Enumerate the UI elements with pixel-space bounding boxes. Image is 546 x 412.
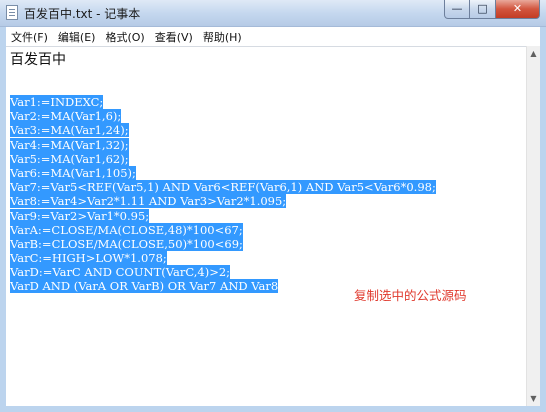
code-line-text: Var4:=MA(Var1,32); xyxy=(10,137,129,152)
code-line: Var5:=MA(Var1,62); xyxy=(10,151,436,166)
code-line: Var1:=INDEXC; xyxy=(10,95,436,109)
code-line: Var7:=Var5<REF(Var5,1) AND Var6<REF(Var6… xyxy=(10,180,436,195)
minimize-button[interactable]: — xyxy=(444,0,470,19)
code-line-text: Var2:=MA(Var1,6); xyxy=(10,109,122,124)
code-line: VarB:=CLOSE/MA(CLOSE,50)*100<69; xyxy=(10,236,436,251)
code-line-text: VarB:=CLOSE/MA(CLOSE,50)*100<69; xyxy=(10,236,243,251)
code-line-text: Var1:=INDEXC; xyxy=(10,95,104,109)
menu-bar: 文件(F) 编辑(E) 格式(O) 查看(V) 帮助(H) xyxy=(6,27,540,46)
title-bar[interactable]: 百发百中.txt - 记事本 — □ ✕ xyxy=(0,0,546,27)
code-line: Var8:=Var4>Var2*1.11 AND Var3>Var2*1.095… xyxy=(10,194,436,209)
code-line-text: Var8:=Var4>Var2*1.11 AND Var3>Var2*1.095… xyxy=(10,194,287,209)
text-editor[interactable]: 百发百中 Var1:=INDEXC; Var2:=MA(Var1,6); Var… xyxy=(6,46,526,406)
scroll-up-arrow-icon[interactable]: ▲ xyxy=(527,46,540,61)
code-line-text: Var5:=MA(Var1,62); xyxy=(10,151,129,166)
close-button[interactable]: ✕ xyxy=(496,0,540,19)
code-line: Var2:=MA(Var1,6); xyxy=(10,109,436,124)
code-line-text: VarD:=VarC AND COUNT(VarC,4)>2; xyxy=(10,265,231,280)
menu-file[interactable]: 文件(F) xyxy=(6,29,53,45)
caption-buttons: — □ ✕ xyxy=(444,0,540,20)
selected-formula-code[interactable]: Var1:=INDEXC; Var2:=MA(Var1,6); Var3:=MA… xyxy=(10,95,436,294)
notepad-icon[interactable] xyxy=(6,5,18,20)
vertical-scrollbar[interactable]: ▲ ▼ xyxy=(526,46,540,406)
window-title: 百发百中.txt - 记事本 xyxy=(24,7,141,21)
code-line: VarC:=HIGH>LOW*1.078; xyxy=(10,251,436,266)
menu-help[interactable]: 帮助(H) xyxy=(198,29,247,45)
code-line: Var9:=Var2>Var1*0.95; xyxy=(10,208,436,223)
maximize-button[interactable]: □ xyxy=(470,0,496,19)
code-line-text: VarC:=HIGH>LOW*1.078; xyxy=(10,251,167,266)
code-line: VarA:=CLOSE/MA(CLOSE,48)*100<67; xyxy=(10,222,436,237)
document-heading: 百发百中 xyxy=(10,52,66,68)
code-line: VarD:=VarC AND COUNT(VarC,4)>2; xyxy=(10,265,436,280)
menu-edit[interactable]: 编辑(E) xyxy=(53,29,101,45)
code-line-text: VarA:=CLOSE/MA(CLOSE,48)*100<67; xyxy=(10,222,243,237)
notepad-window: 百发百中.txt - 记事本 — □ ✕ 文件(F) 编辑(E) 格式(O) 查… xyxy=(0,0,546,412)
code-line-text: VarD AND (VarA OR VarB) OR Var7 AND Var8 xyxy=(10,279,279,294)
code-line: Var6:=MA(Var1,105); xyxy=(10,165,436,180)
scroll-down-arrow-icon[interactable]: ▼ xyxy=(527,391,540,406)
code-line: Var4:=MA(Var1,32); xyxy=(10,137,436,152)
code-line-text: Var9:=Var2>Var1*0.95; xyxy=(10,208,150,223)
menu-format[interactable]: 格式(O) xyxy=(100,29,149,45)
red-annotation-label: 复制选中的公式源码 xyxy=(354,288,467,303)
code-line-text: Var6:=MA(Var1,105); xyxy=(10,165,136,180)
code-line-text: Var7:=Var5<REF(Var5,1) AND Var6<REF(Var6… xyxy=(10,180,436,195)
code-line-text: Var3:=MA(Var1,24); xyxy=(10,123,129,138)
code-line: Var3:=MA(Var1,24); xyxy=(10,123,436,138)
menu-view[interactable]: 查看(V) xyxy=(150,29,198,45)
